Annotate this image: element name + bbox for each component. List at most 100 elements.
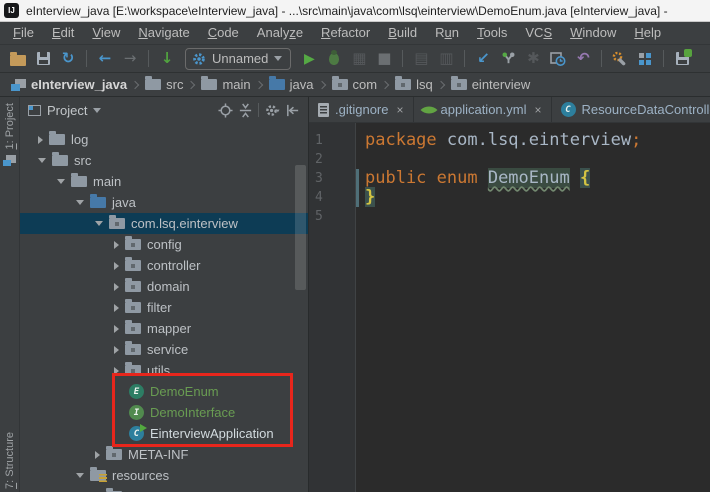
tree-item-main[interactable]: main (20, 171, 308, 192)
tree-item-resources[interactable]: resources (20, 465, 308, 486)
editor-tab-application.yml[interactable]: application.yml × (414, 97, 552, 122)
breadcrumb-item-src[interactable]: src (142, 76, 186, 92)
tree-item-EinterviewApplication[interactable]: C EinterviewApplication (20, 423, 308, 444)
coverage-icon[interactable]: ▦ (348, 48, 370, 70)
menu-bar: File Edit View Navigate Code Analyze Refactor B… (0, 22, 710, 45)
tree-toggle-collapsed-icon[interactable] (114, 324, 119, 333)
breadcrumb-item-lsq[interactable]: lsq (392, 76, 436, 92)
menu-item-vcs[interactable]: VCS (516, 22, 561, 44)
tree-item-mapper[interactable]: mapper (20, 318, 308, 339)
commit-icon[interactable] (497, 48, 519, 70)
editor-tab-.gitignore[interactable]: .gitignore × (309, 97, 414, 122)
package-icon (125, 299, 141, 313)
rollback-icon[interactable]: ↶ (572, 48, 594, 70)
project-structure-icon[interactable] (634, 48, 656, 70)
chevron-down-icon (274, 56, 283, 61)
code-editor[interactable]: package com.lsq.einterview; public enum D… (356, 123, 710, 492)
tree-item-utils[interactable]: utils (20, 360, 308, 381)
menu-item-help[interactable]: Help (625, 22, 670, 44)
breadcrumb-item-main[interactable]: main (198, 76, 253, 92)
project-view-icon (28, 104, 41, 116)
breadcrumb-label: src (166, 77, 184, 92)
debug-icon[interactable] (323, 48, 345, 70)
menu-item-tools[interactable]: Tools (468, 22, 516, 44)
download-sources-icon[interactable]: ↓ (156, 48, 178, 70)
breadcrumb-label: main (222, 77, 251, 92)
tab-label: .gitignore (335, 102, 389, 117)
tree-toggle-collapsed-icon[interactable] (114, 282, 119, 291)
settings-icon[interactable] (609, 48, 631, 70)
tree-item-domain[interactable]: domain (20, 276, 308, 297)
save-plugin-icon[interactable] (671, 48, 693, 70)
tree-toggle-collapsed-icon[interactable] (95, 450, 100, 459)
tree-item-label: main (93, 174, 122, 189)
tree-toggle-collapsed-icon[interactable] (114, 345, 119, 354)
menu-item-analyze[interactable]: Analyze (248, 22, 312, 44)
tree-item-DemoInterface[interactable]: I DemoInterface (20, 402, 308, 423)
run-icon[interactable]: ▶ (298, 48, 320, 70)
menu-item-view[interactable]: View (83, 22, 129, 44)
update-project-icon[interactable]: ↙ (472, 48, 494, 70)
tree-toggle-collapsed-icon[interactable] (114, 366, 119, 375)
menu-item-code[interactable]: Code (199, 22, 248, 44)
menu-item-run[interactable]: Run (426, 22, 468, 44)
breadcrumb-item-eInterview_java[interactable]: eInterview_java (8, 77, 130, 92)
close-tab-icon[interactable]: × (535, 104, 542, 116)
locate-icon[interactable] (215, 100, 235, 120)
menu-item-build[interactable]: Build (379, 22, 426, 44)
menu-item-refactor[interactable]: Refactor (312, 22, 379, 44)
tool-window-button-project[interactable]: 1: Project (4, 103, 16, 150)
tree-item-partial[interactable] (20, 486, 308, 492)
menu-item-edit[interactable]: Edit (43, 22, 83, 44)
attach-profiler-icon[interactable]: ▥ (435, 48, 457, 70)
synchronize-icon[interactable]: ↻ (57, 48, 79, 70)
tree-toggle-expanded-icon[interactable] (76, 200, 84, 205)
open-icon[interactable] (7, 48, 29, 70)
breadcrumb-item-einterview[interactable]: einterview (448, 76, 534, 92)
tree-toggle-expanded-icon[interactable] (57, 179, 65, 184)
profiler-icon[interactable]: ▤ (410, 48, 432, 70)
tree-item-controller[interactable]: controller (20, 255, 308, 276)
save-all-icon[interactable] (32, 48, 54, 70)
editor-tab-ResourceDataController[interactable]: C ResourceDataController (552, 97, 710, 122)
tree-toggle-collapsed-icon[interactable] (114, 303, 119, 312)
tree-item-filter[interactable]: filter (20, 297, 308, 318)
menu-item-navigate[interactable]: Navigate (129, 22, 198, 44)
tree-toggle-collapsed-icon[interactable] (114, 240, 119, 249)
back-icon[interactable]: ← (94, 48, 116, 70)
tree-item-log[interactable]: log (20, 129, 308, 150)
forward-icon[interactable]: → (119, 48, 141, 70)
tree-item-java[interactable]: java (20, 192, 308, 213)
tree-toggle-expanded-icon[interactable] (76, 473, 84, 478)
local-history-icon[interactable] (547, 48, 569, 70)
breadcrumb-item-com[interactable]: com (329, 76, 381, 92)
project-tree: log src main java com.lsq.einterview config co… (20, 123, 308, 492)
tree-item-config[interactable]: config (20, 234, 308, 255)
hide-panel-icon[interactable] (282, 100, 302, 120)
diff-icon[interactable]: ✱ (522, 48, 544, 70)
tree-scrollbar[interactable] (295, 165, 306, 290)
tool-window-button-structure[interactable]: 7: Structure (4, 432, 16, 489)
menu-item-file[interactable]: File (4, 22, 43, 44)
settings-gear-icon[interactable] (262, 100, 282, 120)
tree-toggle-expanded-icon[interactable] (38, 158, 46, 163)
close-tab-icon[interactable]: × (396, 104, 403, 116)
menu-item-window[interactable]: Window (561, 22, 625, 44)
project-tool-window-icon[interactable] (3, 154, 16, 166)
tree-toggle-collapsed-icon[interactable] (114, 261, 119, 270)
toolbar-separator (601, 50, 603, 67)
tree-toggle-collapsed-icon[interactable] (38, 135, 43, 144)
tree-item-service[interactable]: service (20, 339, 308, 360)
chevron-down-icon[interactable] (93, 107, 102, 113)
breadcrumb-item-java[interactable]: java (266, 76, 317, 92)
tree-item-META-INF[interactable]: META-INF (20, 444, 308, 465)
tree-item-com.lsq.einterview[interactable]: com.lsq.einterview (20, 213, 308, 234)
run-config-selector[interactable]: Unnamed (185, 47, 292, 70)
tree-item-DemoEnum[interactable]: E DemoEnum (20, 381, 308, 402)
collapse-all-icon[interactable] (235, 100, 255, 120)
source-folder-icon (268, 76, 285, 90)
tree-item-src[interactable]: src (20, 150, 308, 171)
stop-icon[interactable]: ■ (373, 48, 395, 70)
tree-toggle-expanded-icon[interactable] (95, 221, 103, 226)
